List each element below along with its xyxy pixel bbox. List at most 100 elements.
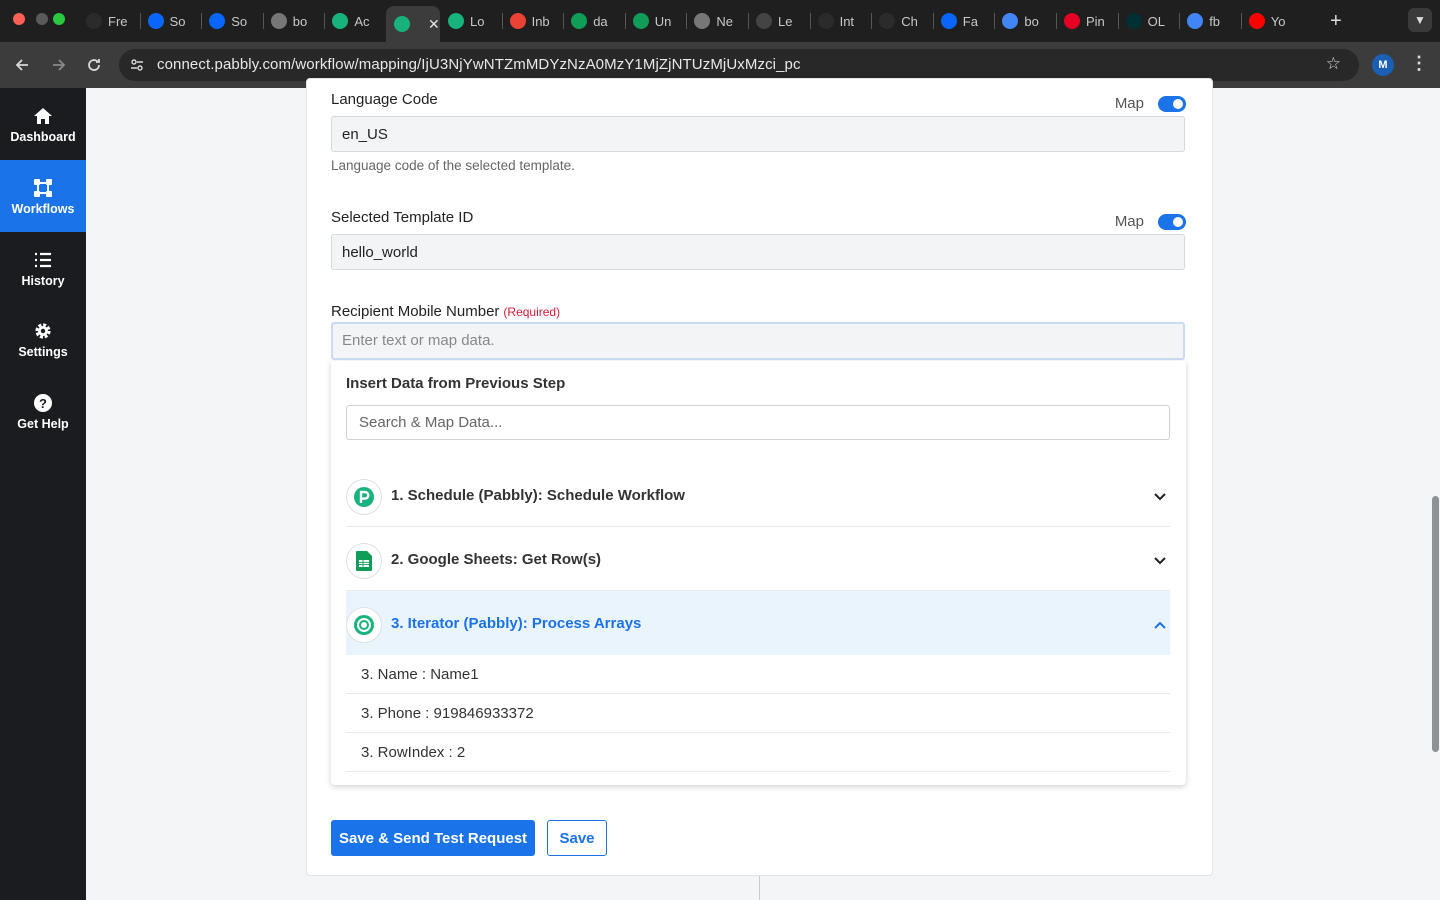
browser-tab[interactable]: Le <box>748 8 810 34</box>
olx-icon <box>1125 13 1142 29</box>
history-list-icon <box>32 249 54 271</box>
recipient-label-text: Recipient Mobile Number <box>331 303 500 320</box>
chevron-down-icon <box>1152 553 1168 569</box>
openai-icon <box>817 13 834 29</box>
browser-tab[interactable]: Pin <box>1056 8 1118 34</box>
close-window-button[interactable] <box>13 13 25 25</box>
bookmark-star-icon[interactable]: ☆ <box>1326 54 1341 74</box>
browser-menu-icon[interactable]: ⋮ <box>1410 53 1428 74</box>
pabbly-icon <box>332 13 349 29</box>
main-content: Language Code Map en_US Language code of… <box>86 78 1440 900</box>
pabbly-icon <box>448 13 464 29</box>
recipient-label: Recipient Mobile Number (Required) <box>331 303 560 320</box>
profile-avatar[interactable]: M <box>1372 54 1394 76</box>
sidebar-item-dashboard[interactable]: Dashboard <box>0 88 86 160</box>
template-id-map-toggle[interactable] <box>1158 213 1186 230</box>
chevron-up-icon <box>1152 617 1168 633</box>
browser-tab[interactable]: Ne <box>686 8 748 34</box>
browser-tab-label: Ne <box>716 13 734 29</box>
sidebar-item-label: Workflows <box>11 201 75 216</box>
arrow-left-icon <box>15 59 28 71</box>
step-iterator-process-arrays[interactable]: 3. Iterator (Pabbly): Process Arrays <box>346 591 1170 655</box>
browser-tab[interactable]: Yo <box>1241 8 1303 34</box>
browser-tab[interactable]: Lo <box>440 8 502 34</box>
page-scrollbar[interactable] <box>1428 88 1440 900</box>
browser-tab[interactable]: Ch <box>871 8 933 34</box>
back-button[interactable] <box>11 54 33 76</box>
browser-tab[interactable]: Fre <box>78 8 140 34</box>
maximize-window-button[interactable] <box>53 13 65 25</box>
save-button[interactable]: Save <box>547 820 607 856</box>
browser-tab[interactable]: Int <box>810 8 872 34</box>
google-sheets-icon <box>346 543 382 579</box>
step-label: 3. Iterator (Pabbly): Process Arrays <box>391 615 642 632</box>
sidebar-item-label: Settings <box>18 344 68 359</box>
browser-tab[interactable]: Ac <box>324 8 386 34</box>
sheets-icon <box>632 13 649 29</box>
data-row-phone[interactable]: 3. Phone : 919846933372 <box>346 694 1170 733</box>
site-info-icon[interactable] <box>129 57 145 73</box>
scrollbar-thumb[interactable] <box>1432 496 1439 752</box>
meta-icon <box>940 13 957 29</box>
step-google-sheets-get-rows[interactable]: 2. Google Sheets: Get Row(s) <box>346 527 1170 591</box>
browser-tab[interactable]: So <box>201 8 263 34</box>
doc-icon <box>756 13 772 29</box>
reload-button[interactable] <box>83 54 105 76</box>
forward-button[interactable] <box>48 54 70 76</box>
youtube-icon <box>1248 13 1265 29</box>
sidebar-item-get-help[interactable]: ? Get Help <box>0 375 86 447</box>
search-map-data-input[interactable]: Search & Map Data... <box>346 405 1170 440</box>
recipient-mobile-input[interactable]: Enter text or map data. <box>331 322 1185 360</box>
url-text: connect.pabbly.com/workflow/mapping/IjU3… <box>157 56 801 73</box>
browser-tab[interactable]: So <box>140 8 202 34</box>
browser-tab[interactable]: Inb <box>502 8 564 34</box>
step-label: 1. Schedule (Pabbly): Schedule Workflow <box>391 487 685 504</box>
save-send-test-request-button[interactable]: Save & Send Test Request <box>331 820 535 856</box>
chevron-down-icon <box>1152 489 1168 505</box>
step-schedule-workflow[interactable]: 1. Schedule (Pabbly): Schedule Workflow <box>346 463 1170 527</box>
browser-tab-label: Int <box>839 13 855 29</box>
browser-tab[interactable]: da <box>563 8 625 34</box>
browser-tab-label: Le <box>778 13 793 29</box>
insert-data-dropdown: Insert Data from Previous Step Search & … <box>331 361 1186 785</box>
data-row-name[interactable]: 3. Name : Name1 <box>346 655 1170 694</box>
sidebar-item-label: Dashboard <box>10 129 76 144</box>
reload-icon <box>88 59 100 71</box>
browser-tab-label: bo <box>1024 13 1039 29</box>
browser-tab[interactable]: bo <box>994 8 1056 34</box>
openai-icon <box>879 13 896 29</box>
browser-tab-bar: Fre So So bo Ac ✕ Lo Inb da Un Ne Le Int Ch Fa bo Pin OL f… <box>0 0 1440 42</box>
new-tab-button[interactable]: + <box>1330 10 1342 33</box>
required-marker: (Required) <box>503 305 561 319</box>
pinterest-icon <box>1064 13 1080 29</box>
browser-tab[interactable]: Fa <box>933 8 995 34</box>
sidebar-item-history[interactable]: History <box>0 232 86 304</box>
language-code-input[interactable]: en_US <box>331 116 1185 152</box>
sidebar-item-workflows[interactable]: Workflows <box>0 160 86 232</box>
close-tab-icon[interactable]: ✕ <box>428 16 440 33</box>
browser-tab[interactable]: bo <box>263 8 325 34</box>
browser-tab[interactable]: ✕ <box>386 6 440 42</box>
tab-search-button[interactable]: ▼ <box>1408 8 1432 32</box>
browser-tab-label: OL <box>1147 13 1165 29</box>
browser-tab-label: Lo <box>470 13 485 29</box>
address-bar[interactable]: connect.pabbly.com/workflow/mapping/IjU3… <box>119 49 1359 81</box>
home-icon <box>32 105 54 127</box>
browser-tab-label: Pin <box>1086 13 1105 29</box>
browser-tabs: Fre So So bo Ac ✕ Lo Inb da Un Ne Le Int Ch Fa bo Pin OL f… <box>78 0 1388 42</box>
browser-tab[interactable]: Un <box>625 8 687 34</box>
browser-tab[interactable]: fb <box>1179 8 1241 34</box>
browser-tab-label: Fre <box>108 13 128 29</box>
connector-line <box>759 876 760 900</box>
browser-tab-label: bo <box>292 13 308 29</box>
sidebar-item-settings[interactable]: Settings <box>0 303 86 375</box>
data-row-rowindex[interactable]: 3. RowIndex : 2 <box>346 733 1170 772</box>
language-code-label: Language Code <box>331 91 438 108</box>
browser-tab[interactable]: OL <box>1118 8 1180 34</box>
app-sidebar: Dashboard Workflows History Settings ? G… <box>0 88 86 900</box>
template-id-input[interactable]: hello_world <box>331 234 1185 270</box>
browser-tab-label: So <box>169 13 186 29</box>
minimize-window-button[interactable] <box>36 13 48 25</box>
google-icon <box>1187 13 1204 29</box>
language-code-map-toggle[interactable] <box>1158 95 1186 112</box>
